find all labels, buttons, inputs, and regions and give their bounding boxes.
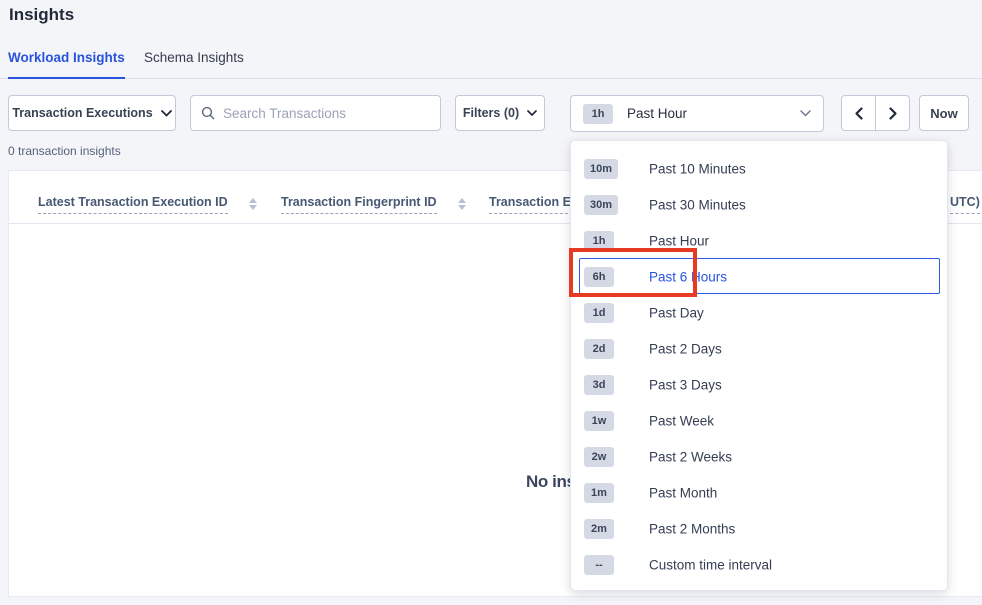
search-icon bbox=[201, 106, 215, 120]
time-range-badge: 1h bbox=[583, 104, 613, 124]
time-option-label: Past 2 Days bbox=[649, 342, 722, 357]
time-nav-group bbox=[841, 95, 910, 131]
time-option-label: Past Week bbox=[649, 414, 714, 429]
time-option-label: Past 3 Days bbox=[649, 378, 722, 393]
time-option-past-day[interactable]: 1d Past Day bbox=[571, 295, 947, 331]
time-option-label: Past 2 Weeks bbox=[649, 450, 732, 465]
chevron-down-icon bbox=[161, 110, 172, 117]
filters-button[interactable]: Filters (0) bbox=[455, 95, 545, 131]
time-option-badge: 2d bbox=[584, 339, 614, 359]
time-range-dropdown: 10m Past 10 Minutes 30m Past 30 Minutes … bbox=[570, 140, 948, 591]
time-option-label: Past 6 Hours bbox=[649, 270, 727, 285]
time-option-past-2-months[interactable]: 2m Past 2 Months bbox=[571, 511, 947, 547]
column-header-transaction-fingerprint-id[interactable]: Transaction Fingerprint ID bbox=[281, 195, 437, 214]
time-option-badge: 6h bbox=[584, 267, 614, 287]
time-option-label: Past 10 Minutes bbox=[649, 162, 746, 177]
search-input[interactable] bbox=[223, 106, 430, 121]
time-option-label: Past Hour bbox=[649, 234, 709, 249]
time-option-past-2-days[interactable]: 2d Past 2 Days bbox=[571, 331, 947, 367]
time-option-label: Custom time interval bbox=[649, 558, 772, 573]
time-option-label: Past Month bbox=[649, 486, 717, 501]
time-option-badge: 1d bbox=[584, 303, 614, 323]
time-option-badge: 3d bbox=[584, 375, 614, 395]
sort-icon bbox=[458, 198, 466, 210]
time-option-badge: 1h bbox=[584, 231, 614, 251]
chevron-down-icon bbox=[527, 110, 537, 116]
view-type-label: Transaction Executions bbox=[12, 106, 152, 120]
time-option-label: Past 30 Minutes bbox=[649, 198, 746, 213]
chevron-down-icon bbox=[800, 110, 811, 117]
column-header-start-time-utc[interactable]: UTC) bbox=[950, 195, 980, 214]
time-option-label: Past 2 Months bbox=[649, 522, 735, 537]
time-option-badge: 2w bbox=[584, 447, 614, 467]
tab-schema-insights[interactable]: Schema Insights bbox=[144, 50, 244, 79]
time-option-badge: 10m bbox=[584, 159, 618, 179]
page-title: Insights bbox=[9, 5, 74, 25]
time-range-label: Past Hour bbox=[627, 106, 786, 121]
time-range-select[interactable]: 1h Past Hour bbox=[570, 95, 824, 132]
next-time-button[interactable] bbox=[875, 96, 909, 130]
tab-bar: Workload Insights Schema Insights bbox=[0, 44, 982, 79]
search-box bbox=[190, 95, 441, 131]
insights-page: Insights Workload Insights Schema Insigh… bbox=[0, 0, 982, 605]
time-option-past-month[interactable]: 1m Past Month bbox=[571, 475, 947, 511]
toolbar: Transaction Executions Filters (0) 1h Pa… bbox=[0, 95, 982, 132]
tab-workload-insights[interactable]: Workload Insights bbox=[8, 50, 125, 79]
time-option-past-3-days[interactable]: 3d Past 3 Days bbox=[571, 367, 947, 403]
time-option-badge: 2m bbox=[584, 519, 614, 539]
insights-count: 0 transaction insights bbox=[8, 144, 121, 158]
time-option-badge: 1w bbox=[584, 411, 614, 431]
time-option-past-30-minutes[interactable]: 30m Past 30 Minutes bbox=[571, 187, 947, 223]
column-header-latest-transaction-execution-id[interactable]: Latest Transaction Execution ID bbox=[38, 195, 228, 214]
now-button[interactable]: Now bbox=[919, 95, 969, 131]
view-type-select[interactable]: Transaction Executions bbox=[8, 95, 176, 131]
time-option-badge: 30m bbox=[584, 195, 618, 215]
time-option-custom-time-interval[interactable]: -- Custom time interval bbox=[571, 547, 947, 583]
time-option-past-week[interactable]: 1w Past Week bbox=[571, 403, 947, 439]
time-option-label: Past Day bbox=[649, 306, 704, 321]
column-header-transaction-execution[interactable]: Transaction Ex bbox=[489, 195, 578, 214]
time-option-past-2-weeks[interactable]: 2w Past 2 Weeks bbox=[571, 439, 947, 475]
time-option-badge: 1m bbox=[584, 483, 614, 503]
prev-time-button[interactable] bbox=[842, 96, 875, 130]
time-option-badge: -- bbox=[584, 555, 614, 575]
sort-icon bbox=[249, 198, 257, 210]
time-option-past-6-hours[interactable]: 6h Past 6 Hours bbox=[571, 259, 947, 295]
time-option-past-10-minutes[interactable]: 10m Past 10 Minutes bbox=[571, 151, 947, 187]
time-option-past-hour[interactable]: 1h Past Hour bbox=[571, 223, 947, 259]
filters-label: Filters (0) bbox=[463, 106, 519, 120]
